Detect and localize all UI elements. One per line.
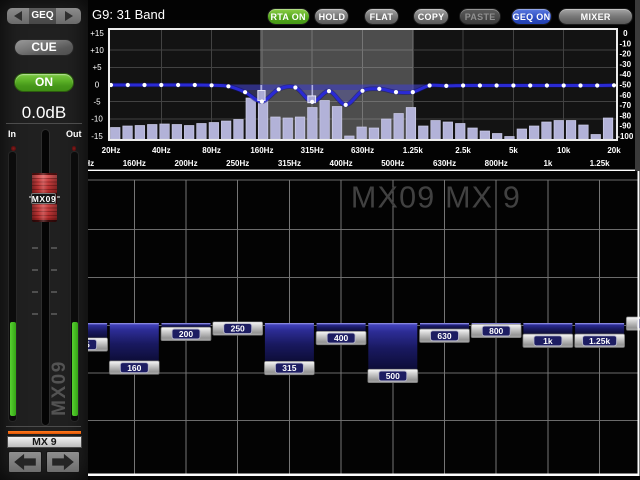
svg-text:315Hz: 315Hz bbox=[301, 146, 324, 155]
svg-text:-60: -60 bbox=[620, 91, 632, 100]
svg-text:200Hz: 200Hz bbox=[174, 159, 197, 168]
svg-text:0: 0 bbox=[95, 80, 100, 89]
svg-text:1.25k: 1.25k bbox=[589, 336, 611, 346]
svg-text:-30: -30 bbox=[620, 60, 632, 69]
svg-text:630Hz: 630Hz bbox=[433, 159, 456, 168]
svg-text:40Hz: 40Hz bbox=[152, 146, 171, 155]
svg-text:MX09 MX 9: MX09 MX 9 bbox=[351, 181, 521, 215]
svg-text:20k: 20k bbox=[607, 146, 621, 155]
svg-text:315Hz: 315Hz bbox=[278, 159, 301, 168]
svg-text:-100: -100 bbox=[617, 132, 634, 141]
svg-text:630: 630 bbox=[437, 331, 451, 341]
svg-text:500: 500 bbox=[386, 371, 400, 381]
svg-text:125Hz: 125Hz bbox=[88, 159, 94, 168]
svg-text:800: 800 bbox=[489, 326, 503, 336]
svg-text:-5: -5 bbox=[93, 98, 101, 107]
svg-text:-70: -70 bbox=[620, 101, 632, 110]
svg-text:-40: -40 bbox=[620, 70, 632, 79]
svg-text:1k: 1k bbox=[543, 159, 552, 168]
svg-text:80Hz: 80Hz bbox=[202, 146, 221, 155]
svg-text:-15: -15 bbox=[91, 132, 103, 141]
svg-text:160: 160 bbox=[127, 363, 141, 373]
svg-text:10k: 10k bbox=[557, 146, 571, 155]
svg-text:2.5k: 2.5k bbox=[455, 146, 471, 155]
svg-text:-50: -50 bbox=[620, 81, 632, 90]
svg-text:-10: -10 bbox=[91, 115, 103, 124]
svg-text:0: 0 bbox=[623, 29, 628, 38]
svg-text:250Hz: 250Hz bbox=[226, 159, 249, 168]
svg-text:20Hz: 20Hz bbox=[102, 146, 121, 155]
svg-text:630Hz: 630Hz bbox=[351, 146, 374, 155]
svg-text:315: 315 bbox=[282, 363, 296, 373]
svg-text:400: 400 bbox=[334, 333, 348, 343]
svg-text:5k: 5k bbox=[509, 146, 518, 155]
svg-text:-20: -20 bbox=[620, 50, 632, 59]
svg-text:160Hz: 160Hz bbox=[123, 159, 146, 168]
svg-text:+15: +15 bbox=[90, 29, 104, 38]
svg-text:-80: -80 bbox=[620, 111, 632, 120]
svg-text:-10: -10 bbox=[620, 39, 632, 48]
svg-text:125: 125 bbox=[88, 340, 90, 350]
svg-text:250: 250 bbox=[231, 324, 245, 334]
svg-text:400Hz: 400Hz bbox=[330, 159, 353, 168]
svg-text:160Hz: 160Hz bbox=[250, 146, 273, 155]
svg-text:1.25k: 1.25k bbox=[590, 159, 611, 168]
svg-text:-90: -90 bbox=[620, 122, 632, 131]
svg-text:800Hz: 800Hz bbox=[485, 159, 508, 168]
svg-text:500Hz: 500Hz bbox=[381, 159, 404, 168]
svg-text:+10: +10 bbox=[90, 46, 104, 55]
svg-text:1.25k: 1.25k bbox=[403, 146, 424, 155]
svg-text:200: 200 bbox=[179, 329, 193, 339]
svg-text:+5: +5 bbox=[92, 63, 102, 72]
svg-text:1k: 1k bbox=[543, 336, 553, 346]
